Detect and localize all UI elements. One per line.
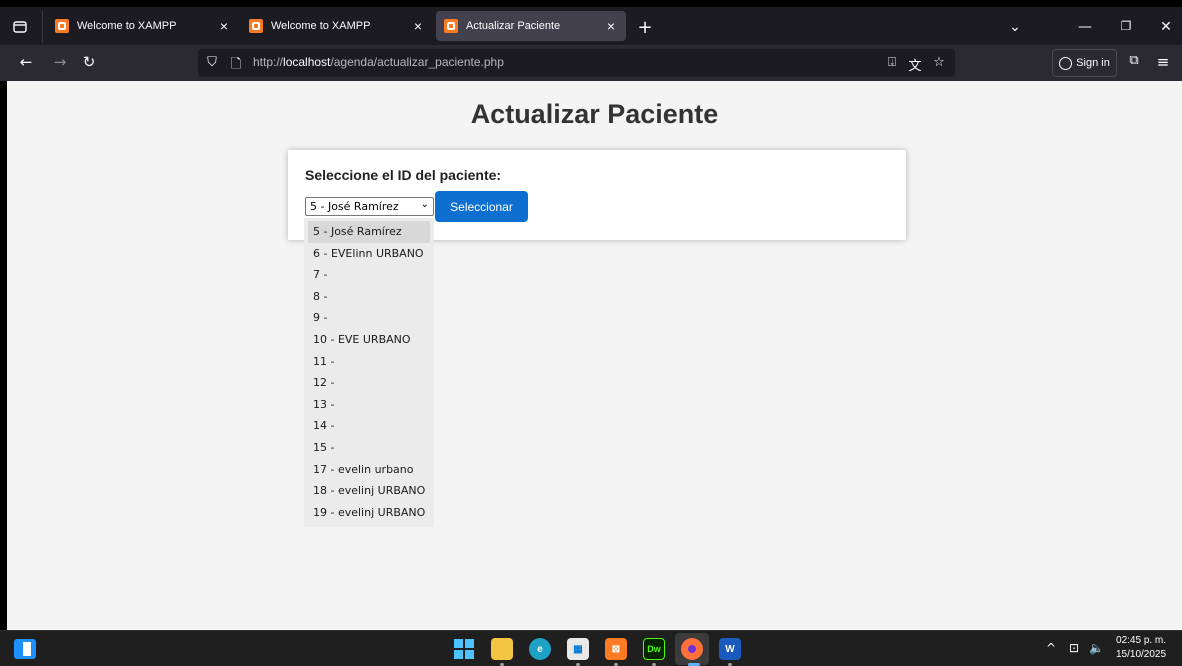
file-explorer-icon[interactable] <box>491 638 513 660</box>
sign-in-label: Sign in <box>1076 57 1110 69</box>
menu-icon[interactable]: ≡ <box>1153 53 1173 71</box>
option-item[interactable]: 11 - <box>304 351 434 373</box>
network-icon[interactable]: ⊡ <box>1069 641 1079 655</box>
option-item[interactable]: 7 - <box>304 264 434 286</box>
option-item[interactable]: 13 - <box>304 394 434 416</box>
forward-icon[interactable]: → <box>50 53 70 71</box>
tab-welcome-xampp-2[interactable]: Welcome to XAMPP × <box>241 11 433 41</box>
sign-in-button[interactable]: Sign in <box>1052 49 1117 77</box>
option-item[interactable]: 19 - evelinj URBANO <box>304 502 434 524</box>
option-item[interactable]: 9 - <box>304 307 434 329</box>
address-bar[interactable]: ⛉ 🗋 http://localhost/agenda/actualizar_p… <box>198 49 955 77</box>
list-all-tabs-icon[interactable]: ⌄ <box>1005 19 1025 35</box>
xampp-favicon-icon <box>55 19 69 33</box>
windows-taskbar: e ▦ ⊠ Dw W ^ ⊡ 🔈 02:45 p. m. 15/10/2025 <box>0 630 1182 666</box>
chevron-down-icon: ⌄ <box>420 199 429 210</box>
option-item[interactable]: 14 - <box>304 415 434 437</box>
clock[interactable]: 02:45 p. m. 15/10/2025 <box>1116 634 1166 662</box>
close-tab-icon[interactable]: × <box>411 18 425 34</box>
tab-title: Actualizar Paciente <box>466 20 561 32</box>
xampp-favicon-icon <box>249 19 263 33</box>
word-icon[interactable]: W <box>719 638 741 660</box>
close-window-icon[interactable]: ✕ <box>1156 19 1176 35</box>
option-item[interactable]: 12 - <box>304 372 434 394</box>
tab-overview-icon <box>13 21 27 33</box>
clock-time: 02:45 p. m. <box>1116 635 1167 646</box>
tab-overview-button[interactable] <box>6 15 34 39</box>
volume-icon[interactable]: 🔈 <box>1089 641 1104 655</box>
clock-date: 15/10/2025 <box>1116 649 1167 660</box>
widgets-icon[interactable] <box>14 639 36 659</box>
extensions-icon[interactable]: ⧉ <box>1124 53 1144 68</box>
navigation-toolbar: ← → ↻ ⛉ 🗋 http://localhost/agenda/actual… <box>0 45 1182 81</box>
option-item[interactable]: 15 - <box>304 437 434 459</box>
translate-icon[interactable]: 文 <box>907 55 923 74</box>
edge-icon[interactable]: e <box>529 638 551 660</box>
option-item[interactable]: 8 - <box>304 286 434 308</box>
tab-title: Welcome to XAMPP <box>77 20 177 32</box>
url-path: /agenda/actualizar_paciente.php <box>330 55 504 69</box>
url-host: localhost <box>283 55 331 69</box>
account-icon <box>1059 56 1073 70</box>
tab-strip: Welcome to XAMPP × Welcome to XAMPP × Ac… <box>0 0 1182 45</box>
tab-welcome-xampp-1[interactable]: Welcome to XAMPP × <box>47 11 239 41</box>
firefox-icon[interactable] <box>681 638 703 660</box>
reload-icon[interactable]: ↻ <box>79 53 99 71</box>
store-icon[interactable]: ▦ <box>567 638 589 660</box>
dreamweaver-icon[interactable]: Dw <box>643 638 665 660</box>
page-title: Actualizar Paciente <box>470 99 719 129</box>
selected-value: 5 - José Ramírez <box>310 200 399 213</box>
close-tab-icon[interactable]: × <box>217 18 231 34</box>
new-tab-icon[interactable]: + <box>636 17 654 38</box>
option-item[interactable]: 10 - EVE URBANO <box>304 329 434 351</box>
page-info-icon[interactable]: 🗋 <box>228 55 244 77</box>
show-hidden-icons-icon[interactable]: ^ <box>1046 641 1056 655</box>
page-viewport: Actualizar Paciente Seleccione el ID del… <box>7 81 1182 630</box>
tab-title: Welcome to XAMPP <box>271 20 371 32</box>
option-item[interactable]: 6 - EVElinn URBANO <box>304 243 434 265</box>
patient-id-select[interactable]: 5 - José Ramírez ⌄ <box>305 197 434 216</box>
windows-start-icon[interactable] <box>453 638 475 660</box>
option-item[interactable]: 18 - evelinj URBANO <box>304 480 434 502</box>
xampp-icon[interactable]: ⊠ <box>605 638 627 660</box>
tab-divider <box>42 11 43 43</box>
tab-actualizar-paciente[interactable]: Actualizar Paciente × <box>436 11 626 41</box>
close-tab-icon[interactable]: × <box>604 18 618 34</box>
url-prefix: http:// <box>253 55 284 69</box>
patient-options-list: 5 - José Ramírez 6 - EVElinn URBANO 7 - … <box>304 218 434 527</box>
shield-icon[interactable]: ⛉ <box>204 55 220 70</box>
option-item[interactable]: 17 - evelin urbano <box>304 459 434 481</box>
option-item[interactable]: 5 - José Ramírez <box>308 221 430 243</box>
url-text[interactable]: http://localhost/agenda/actualizar_pacie… <box>253 55 504 69</box>
seleccionar-button[interactable]: Seleccionar <box>435 191 528 222</box>
minimize-icon[interactable]: — <box>1075 19 1095 35</box>
restore-icon[interactable]: ❐ <box>1116 19 1136 33</box>
back-icon[interactable]: ← <box>16 53 36 71</box>
bookmark-star-icon[interactable]: ☆ <box>931 55 947 70</box>
select-label: Seleccione el ID del paciente: <box>305 167 502 183</box>
xampp-favicon-icon <box>444 19 458 33</box>
save-to-pocket-icon[interactable]: ⍗ <box>884 55 900 70</box>
